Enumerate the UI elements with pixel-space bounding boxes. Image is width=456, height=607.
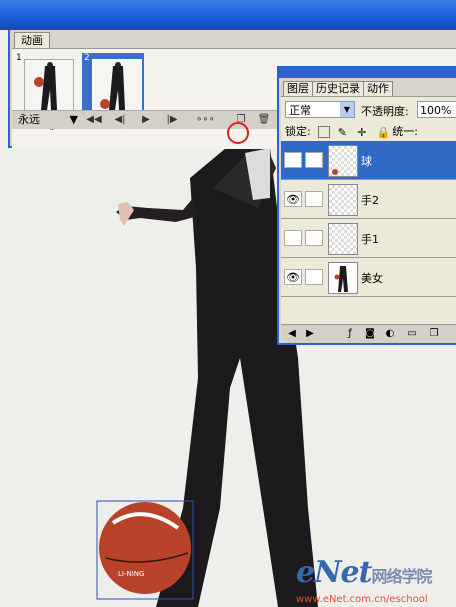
- chevron-down-icon: ▼: [69, 113, 78, 126]
- previous-frame-icon[interactable]: ◀|: [112, 113, 128, 127]
- layer-row[interactable]: 👁 ✎ 球: [281, 141, 456, 180]
- layer-thumbnail-art: [334, 266, 348, 292]
- layer-thumbnail-art: [332, 169, 338, 175]
- next-frame-icon[interactable]: |▶: [164, 113, 180, 127]
- new-group-icon[interactable]: ▭: [405, 327, 419, 340]
- first-frame-icon[interactable]: ◀◀: [86, 113, 102, 127]
- frame-thumbnail: [92, 59, 142, 113]
- layer-link-slot[interactable]: [305, 191, 323, 207]
- watermark-url: www.eNet.com.cn/eschool: [296, 594, 428, 605]
- window-title-bar: [0, 0, 456, 30]
- lock-row: 锁定: ✎ ✛ 🔒 统一:: [285, 123, 418, 139]
- lock-label: 锁定:: [285, 125, 311, 138]
- layers-panel-title-bar[interactable]: [279, 68, 456, 78]
- eye-icon[interactable]: 👁: [284, 269, 302, 285]
- tween-icon[interactable]: ∘∘∘: [196, 113, 215, 127]
- move-icon[interactable]: ✛: [357, 126, 369, 139]
- play-icon[interactable]: ▶: [138, 113, 154, 127]
- eye-icon[interactable]: 👁: [284, 191, 302, 207]
- tab-layers[interactable]: 图层: [283, 81, 313, 96]
- next-icon[interactable]: ▶: [303, 327, 317, 340]
- layer-thumbnail: [328, 145, 358, 177]
- watermark-logo: eNet网络学院: [296, 555, 432, 590]
- svg-text:LI-NING: LI-NING: [118, 570, 144, 578]
- trash-icon[interactable]: 🗑: [256, 113, 272, 127]
- frame-thumbnail-art: [25, 60, 73, 112]
- layers-panel-tabs: 图层 历史记录 动作: [283, 81, 393, 96]
- lock-transparency-icon[interactable]: [318, 126, 331, 138]
- unify-label: 统一:: [392, 125, 418, 138]
- loop-option-label: 永远: [18, 113, 40, 126]
- layer-thumbnail: [328, 262, 358, 294]
- layer-row[interactable]: 👁 手2: [281, 180, 456, 219]
- adjustment-layer-icon[interactable]: ◐: [383, 327, 397, 340]
- layers-panel-footer: ◀ ▶ ƒ ◙ ◐ ▭ ❐: [281, 324, 456, 343]
- layer-name: 手2: [361, 194, 379, 207]
- link-layers-icon[interactable]: ◀: [285, 327, 299, 340]
- layer-style-icon[interactable]: ƒ: [343, 327, 357, 340]
- frame-number: 1: [16, 53, 22, 63]
- layers-panel-body: 正常 ▼ 不透明度: 100% 锁定: ✎ ✛ 🔒 统一: 👁 ✎ 球 👁 手2: [281, 96, 456, 343]
- layer-link-slot[interactable]: [305, 269, 323, 285]
- blend-mode-value: 正常: [289, 104, 311, 117]
- loop-options-select[interactable]: 永远 ▼: [18, 113, 80, 127]
- tab-history[interactable]: 历史记录: [312, 81, 364, 96]
- watermark-brand-sub: 网络学院: [371, 567, 432, 586]
- frame-thumbnail-art: [93, 60, 141, 112]
- blend-mode-select[interactable]: 正常 ▼: [285, 101, 355, 118]
- layer-link-slot[interactable]: [305, 230, 323, 246]
- layer-name: 美女: [361, 272, 383, 285]
- brush-link-icon[interactable]: ✎: [305, 152, 323, 168]
- eye-icon[interactable]: 👁: [284, 152, 302, 168]
- layer-row[interactable]: 手1: [281, 219, 456, 258]
- highlight-circle: [227, 122, 249, 144]
- layer-thumbnail: [328, 184, 358, 216]
- new-layer-icon[interactable]: ❐: [427, 327, 441, 340]
- layer-thumbnail: [328, 223, 358, 255]
- layer-mask-icon[interactable]: ◙: [363, 327, 377, 340]
- tab-animation[interactable]: 动画: [14, 32, 50, 49]
- layer-name: 手1: [361, 233, 379, 246]
- layer-row[interactable]: 👁 美女: [281, 258, 456, 297]
- opacity-input[interactable]: 100%: [417, 101, 456, 118]
- tab-actions[interactable]: 动作: [363, 81, 393, 96]
- frame-thumbnail: [24, 59, 74, 113]
- eye-hidden-slot[interactable]: [284, 230, 302, 246]
- layer-name: 球: [361, 155, 372, 168]
- layers-panel: 图层 历史记录 动作 正常 ▼ 不透明度: 100% 锁定: ✎ ✛ 🔒 统一: 👁…: [277, 66, 456, 345]
- chevron-down-icon: ▼: [340, 102, 354, 117]
- brush-icon[interactable]: ✎: [338, 126, 350, 139]
- frame-number: 2: [84, 53, 90, 63]
- opacity-label: 不透明度:: [361, 105, 409, 118]
- watermark-brand: eNet: [296, 555, 372, 590]
- lock-icon[interactable]: 🔒: [377, 126, 391, 139]
